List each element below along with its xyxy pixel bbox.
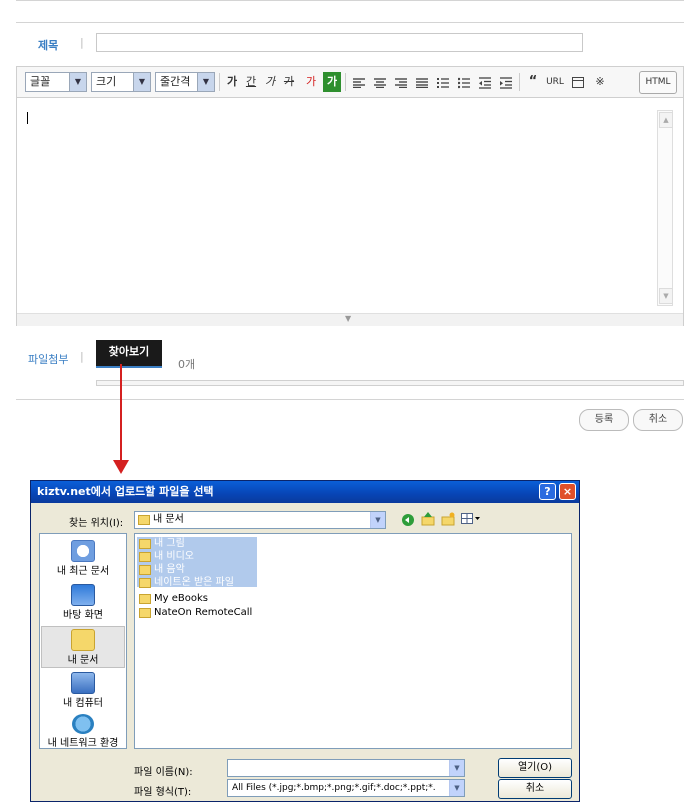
file-count: 0개 <box>178 358 196 371</box>
look-in-select[interactable]: 내 문서 ▼ <box>134 511 386 529</box>
size-select[interactable]: 크기 ▼ <box>91 72 151 92</box>
title-input[interactable] <box>96 33 583 52</box>
view-menu-icon[interactable] <box>461 513 481 525</box>
folder-icon <box>139 594 151 604</box>
table-icon[interactable] <box>572 77 584 88</box>
dialog-titlebar[interactable]: kiztv.net에서 업로드할 파일을 선택 ? × <box>31 481 579 503</box>
resize-handle-icon: ▼ <box>345 314 352 323</box>
desktop-icon <box>71 584 95 606</box>
html-mode-button[interactable]: HTML <box>639 71 677 94</box>
title-label: 제목 <box>38 39 59 52</box>
title-separator: | <box>80 36 84 49</box>
list-item[interactable]: 내 음악 <box>137 563 185 577</box>
unordered-list-icon[interactable] <box>458 77 470 89</box>
attach-separator: | <box>80 350 84 363</box>
place-desktop[interactable]: 바탕 화면 <box>41 582 125 624</box>
special-char-icon[interactable]: ※ <box>591 72 609 92</box>
place-recent[interactable]: 내 최근 문서 <box>41 538 125 580</box>
editor-resize-bar[interactable]: ▼ <box>17 313 683 326</box>
text-color-button[interactable]: 가 <box>302 72 320 92</box>
line-spacing-select[interactable]: 줄간격 ▼ <box>155 72 215 92</box>
folder-icon <box>139 552 151 562</box>
chevron-down-icon: ▼ <box>449 760 464 776</box>
toolbar-divider <box>219 73 220 91</box>
chevron-down-icon: ▼ <box>449 780 464 796</box>
editor-scrollbar[interactable]: ▲ ▼ <box>657 110 673 306</box>
ordered-list-icon[interactable] <box>437 77 449 89</box>
folder-icon <box>139 565 151 575</box>
place-my-computer[interactable]: 내 컴퓨터 <box>41 670 125 712</box>
cancel-button[interactable]: 취소 <box>633 409 683 431</box>
bg-color-button[interactable]: 가 <box>323 72 341 92</box>
submit-button[interactable]: 등록 <box>579 409 629 431</box>
top-divider-2 <box>16 22 684 23</box>
my-documents-icon <box>71 629 95 651</box>
recent-documents-icon <box>71 540 95 562</box>
close-button[interactable]: × <box>559 483 576 500</box>
list-item[interactable]: 내 그림 <box>137 537 185 551</box>
list-item[interactable]: 네이트온 받은 파일 <box>137 576 234 590</box>
folder-icon <box>139 608 151 618</box>
text-cursor <box>27 112 28 124</box>
filetype-label: 파일 형식(T): <box>134 787 192 798</box>
up-folder-icon[interactable] <box>421 512 435 526</box>
file-list[interactable]: 내 그림 내 비디오 내 음악 네이트온 받은 파일 My eBooks Nat… <box>134 533 572 749</box>
network-icon <box>72 714 94 734</box>
my-computer-icon <box>71 672 95 694</box>
folder-icon <box>138 515 150 525</box>
red-arrow-icon <box>113 364 129 474</box>
quote-button[interactable]: “ <box>524 72 542 92</box>
list-item[interactable]: My eBooks <box>137 592 208 606</box>
place-my-documents[interactable]: 내 문서 <box>41 626 125 668</box>
editor-toolbar: 글꼴 ▼ 크기 ▼ 줄간격 ▼ 가 간 가 가 가 가 “ URL ※ HTML <box>16 66 684 98</box>
filetype-select[interactable]: All Files (*.jpg;*.bmp;*.png;*.gif;*.doc… <box>227 779 465 797</box>
list-item[interactable]: NateOn RemoteCall <box>137 606 252 620</box>
file-open-dialog: kiztv.net에서 업로드할 파일을 선택 ? × 찾는 위치(I): 내 … <box>30 480 580 802</box>
toolbar-divider <box>519 73 520 91</box>
filename-label: 파일 이름(N): <box>134 767 193 778</box>
url-button[interactable]: URL <box>543 72 567 92</box>
outdent-icon[interactable] <box>479 77 491 89</box>
italic-button[interactable]: 가 <box>261 72 279 92</box>
chevron-down-icon: ▼ <box>133 73 150 91</box>
dialog-cancel-button[interactable]: 취소 <box>498 779 572 799</box>
align-center-icon[interactable] <box>374 78 386 88</box>
attachment-list-bar <box>96 380 684 386</box>
font-select[interactable]: 글꼴 ▼ <box>25 72 87 92</box>
open-button[interactable]: 열기(O) <box>498 758 572 778</box>
top-divider <box>16 0 684 1</box>
folder-icon <box>139 539 151 549</box>
bold-button[interactable]: 가 <box>223 72 241 92</box>
filename-input[interactable]: ▼ <box>227 759 465 777</box>
align-justify-icon[interactable] <box>416 78 428 88</box>
indent-icon[interactable] <box>500 77 512 89</box>
scroll-down-icon[interactable]: ▼ <box>659 288 673 304</box>
look-in-label: 찾는 위치(I): <box>69 518 124 529</box>
folder-icon <box>139 578 151 588</box>
align-right-icon[interactable] <box>395 78 407 88</box>
toolbar-divider <box>345 73 346 91</box>
scroll-up-icon[interactable]: ▲ <box>659 112 673 128</box>
new-folder-icon[interactable] <box>441 512 455 526</box>
strike-button[interactable]: 가 <box>280 72 298 92</box>
attach-label: 파일첨부 <box>28 353 69 366</box>
underline-button[interactable]: 간 <box>242 72 260 92</box>
chevron-down-icon: ▼ <box>370 512 385 528</box>
help-button[interactable]: ? <box>539 483 556 500</box>
editor-content-area[interactable]: ▲ ▼ ▼ <box>16 97 684 326</box>
list-item[interactable]: 내 비디오 <box>137 550 194 564</box>
chevron-down-icon: ▼ <box>69 73 86 91</box>
places-bar: 내 최근 문서 바탕 화면 내 문서 내 컴퓨터 내 네트워크 환경 <box>39 533 127 749</box>
place-network[interactable]: 내 네트워크 환경 <box>41 712 125 754</box>
back-icon[interactable] <box>401 513 415 527</box>
chevron-down-icon: ▼ <box>197 73 214 91</box>
dialog-title: kiztv.net에서 업로드할 파일을 선택 <box>37 485 214 498</box>
align-left-icon[interactable] <box>353 78 365 88</box>
